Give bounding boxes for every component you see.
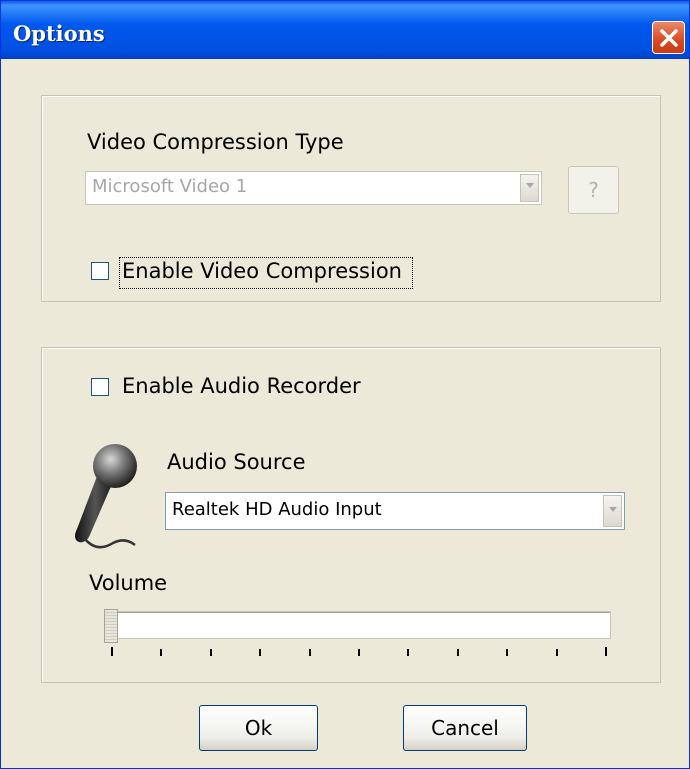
video-compression-type-label: Video Compression Type (87, 130, 344, 154)
volume-tick (259, 649, 261, 656)
close-button[interactable] (652, 21, 685, 54)
codec-help-button[interactable]: ? (568, 166, 619, 214)
audio-source-value: Realtek HD Audio Input (172, 499, 382, 520)
volume-tick (605, 647, 607, 656)
volume-tick (309, 649, 311, 656)
video-codec-value: Microsoft Video 1 (92, 176, 248, 197)
volume-tick (111, 647, 113, 656)
title-bar[interactable]: Options (1, 1, 689, 59)
enable-audio-recorder-label: Enable Audio Recorder (122, 374, 361, 398)
options-dialog: Options Video Compression Type Microsoft… (0, 0, 690, 769)
audio-source-dropdown-button[interactable] (603, 495, 622, 527)
dialog-body: Video Compression Type Microsoft Video 1… (5, 59, 685, 766)
volume-tick (556, 649, 558, 656)
ok-label: Ok (244, 716, 273, 740)
video-codec-dropdown-button[interactable] (520, 174, 539, 202)
audio-source-select[interactable]: Realtek HD Audio Input (165, 492, 625, 530)
volume-tick (506, 649, 508, 656)
ok-button[interactable]: Ok (199, 705, 318, 751)
dropdown-arrow-icon (609, 507, 617, 512)
cancel-button[interactable]: Cancel (403, 705, 527, 751)
volume-tick (210, 649, 212, 656)
volume-tick (358, 649, 360, 656)
close-icon (660, 29, 678, 47)
video-codec-select[interactable]: Microsoft Video 1 (85, 171, 542, 205)
enable-audio-recorder-checkbox[interactable] (91, 378, 109, 396)
enable-audio-recorder-row[interactable]: Enable Audio Recorder (87, 371, 377, 405)
volume-slider-thumb[interactable] (104, 609, 118, 643)
enable-video-compression-checkbox[interactable] (91, 262, 109, 280)
volume-tick (407, 649, 409, 656)
codec-help-label: ? (588, 178, 599, 202)
audio-source-label: Audio Source (167, 450, 306, 474)
volume-slider-track (107, 611, 611, 639)
volume-tick (457, 649, 459, 656)
volume-tick (160, 649, 162, 656)
volume-slider[interactable] (101, 609, 617, 659)
volume-label: Volume (89, 571, 168, 595)
window-title: Options (13, 21, 105, 46)
cancel-label: Cancel (431, 716, 499, 740)
microphone-icon (75, 444, 137, 549)
enable-video-compression-row[interactable]: Enable Video Compression (87, 253, 415, 293)
dropdown-arrow-icon (526, 183, 534, 188)
focus-outline (119, 257, 413, 289)
